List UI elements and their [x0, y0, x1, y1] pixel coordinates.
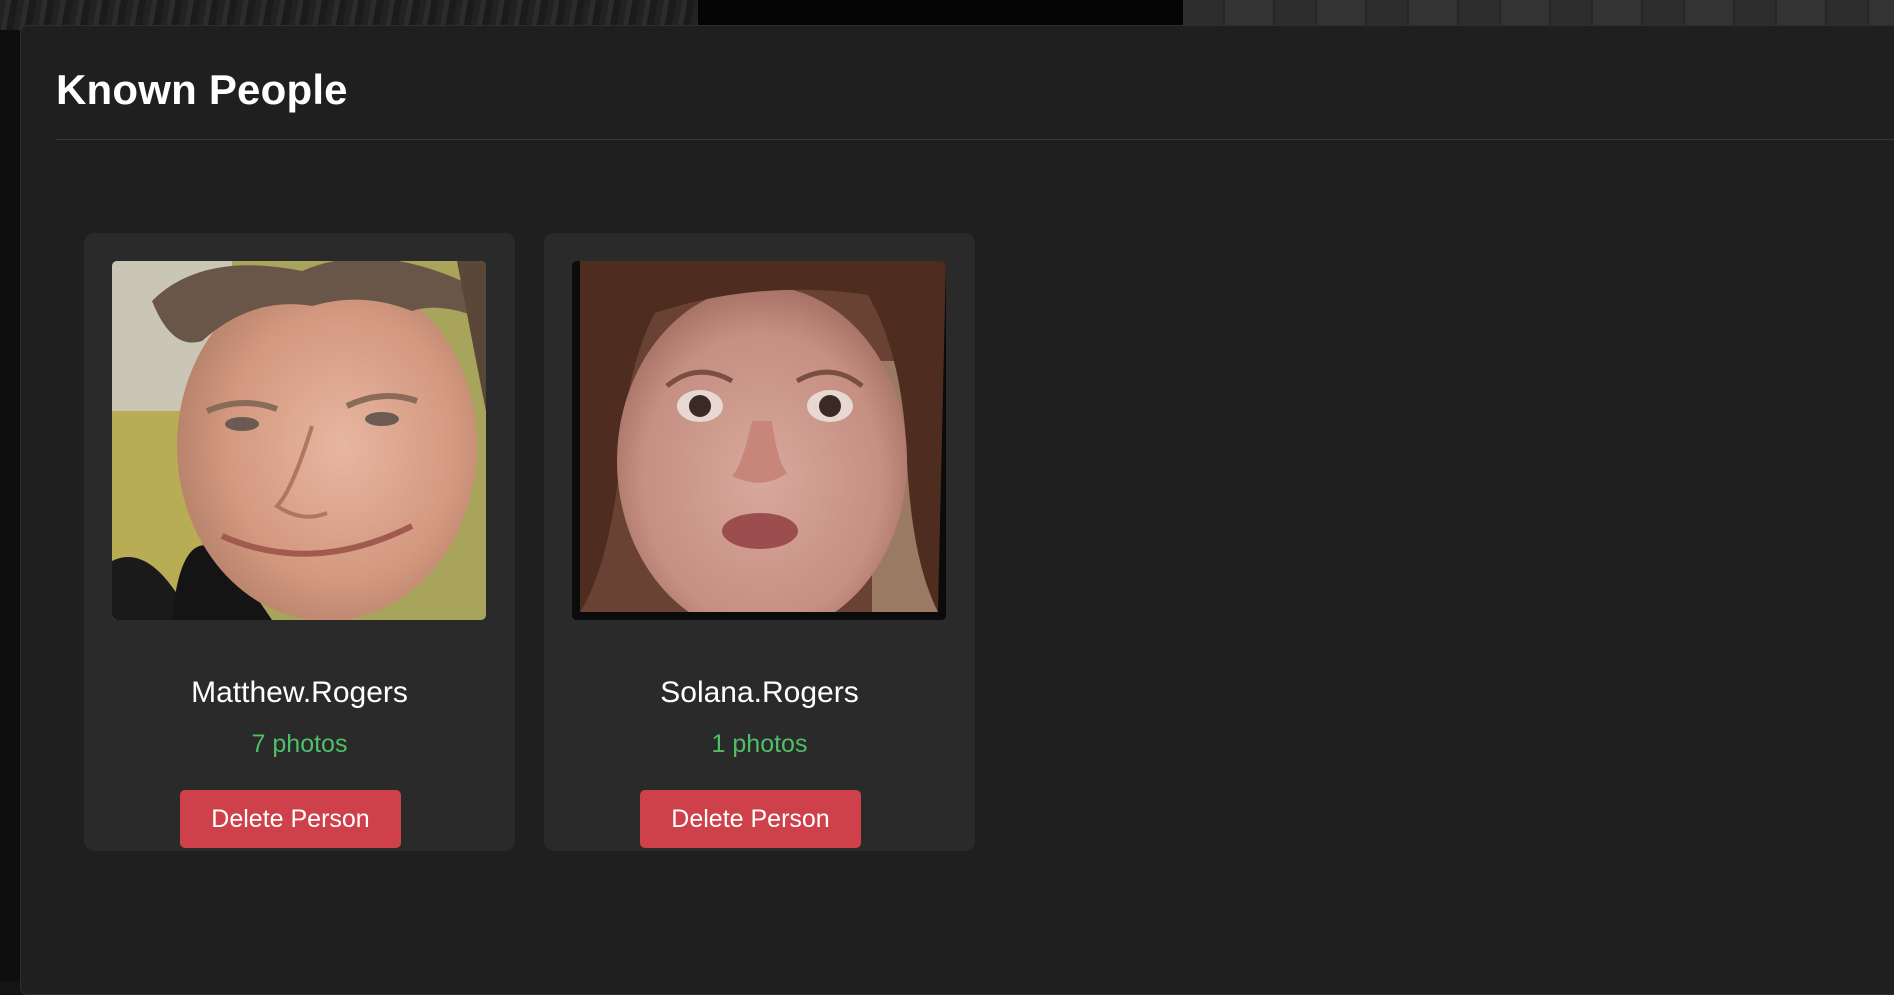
- person-name: Solana.Rogers: [660, 676, 859, 709]
- backdrop-side-edge: [0, 30, 20, 982]
- known-people-panel: Known People Matthew.Rogers 7 photos Del…: [20, 25, 1894, 995]
- title-divider: [56, 139, 1894, 140]
- photo-count: 7 photos: [251, 730, 348, 758]
- panel-title: Known People: [56, 66, 348, 113]
- photo-count: 1 photos: [711, 730, 808, 758]
- person-photo-image: [112, 261, 486, 620]
- person-photo-image: [572, 261, 946, 620]
- person-photo: [572, 261, 946, 620]
- person-photo: [112, 261, 486, 620]
- person-card: Solana.Rogers 1 photos Delete Person: [544, 233, 975, 851]
- delete-person-button[interactable]: Delete Person: [180, 790, 401, 848]
- person-name: Matthew.Rogers: [191, 676, 408, 709]
- delete-person-button[interactable]: Delete Person: [640, 790, 861, 848]
- person-card: Matthew.Rogers 7 photos Delete Person: [84, 233, 515, 851]
